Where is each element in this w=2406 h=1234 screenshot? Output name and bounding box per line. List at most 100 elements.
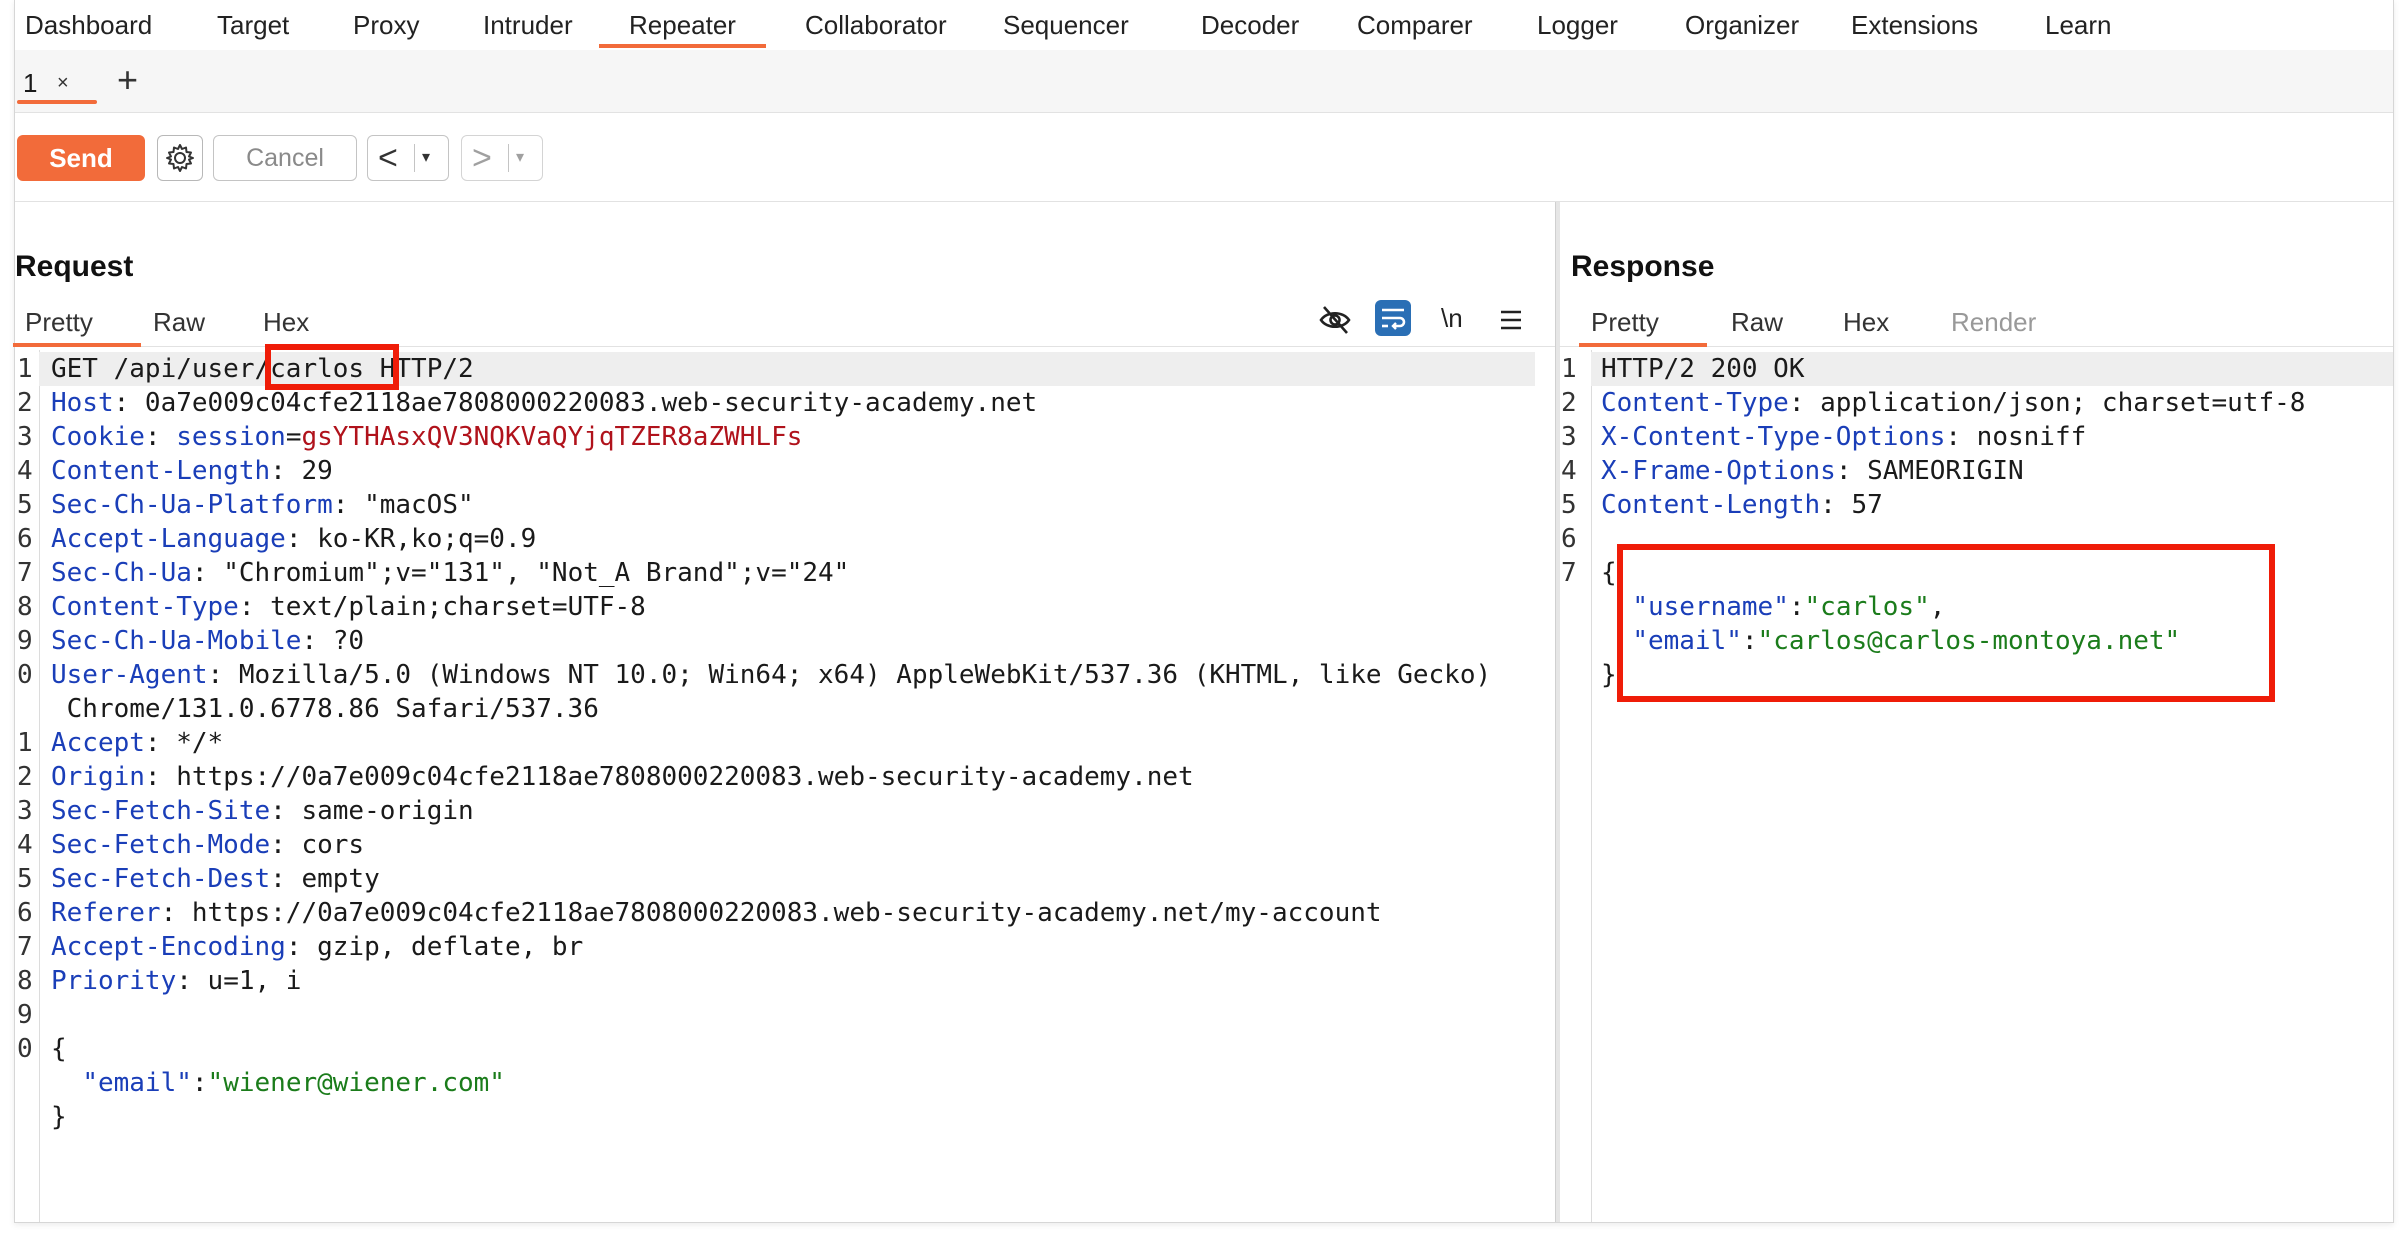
line-text: Origin: https://0a7e009c04cfe2118ae78080… xyxy=(51,760,1194,794)
line-number: 8 xyxy=(17,592,33,622)
response-editor[interactable]: 1 HTTP/2 200 OK 2 Content-Type: application… xyxy=(1559,350,2393,1222)
nav-sequencer[interactable]: Sequencer xyxy=(1003,0,1129,48)
token-val: : 57 xyxy=(1820,490,1883,520)
line-number: 7 xyxy=(17,558,33,588)
line-number: 0 xyxy=(17,660,33,690)
code-line: 8 Priority: u=1, i xyxy=(15,964,1555,998)
line-text: { xyxy=(51,1032,67,1066)
code-line: 5 Sec-Fetch-Dest: empty xyxy=(15,862,1555,896)
code-line: } xyxy=(15,1100,1555,1134)
close-icon[interactable]: × xyxy=(57,72,69,95)
cancel-button[interactable]: Cancel xyxy=(213,135,357,181)
token-val: : nosniff xyxy=(1945,422,2087,452)
line-number: 1 xyxy=(17,354,33,384)
line-text: Content-Type: application/json; charset=… xyxy=(1601,386,2305,420)
nav-learn[interactable]: Learn xyxy=(2045,0,2112,48)
token-hdr: X-Frame-Options xyxy=(1601,456,1836,486)
chevron-down-icon[interactable]: ▾ xyxy=(422,144,430,172)
line-number: 2 xyxy=(1561,388,1577,418)
token-hdr: "email" xyxy=(82,1068,192,1098)
line-text: Accept: */* xyxy=(51,726,223,760)
burp-window: Dashboard Target Proxy Intruder Repeater Coll… xyxy=(13,0,2394,1223)
line-number: 3 xyxy=(17,422,33,452)
line-number: 3 xyxy=(17,796,33,826)
newline-icon[interactable]: \n xyxy=(1441,298,1463,342)
highlight-box-username xyxy=(265,344,399,390)
history-forward-button[interactable]: > ▾ xyxy=(461,135,543,181)
token-val: : empty xyxy=(270,864,380,894)
token-val: : xyxy=(191,1068,208,1098)
code-line: 1 HTTP/2 200 OK xyxy=(1559,352,2393,386)
token-val: : text/plain;charset=UTF-8 xyxy=(238,592,646,622)
code-line: 3 Sec-Fetch-Site: same-origin xyxy=(15,794,1555,828)
code-line: 0 User-Agent: Mozilla/5.0 (Windows NT 10.… xyxy=(15,658,1555,692)
tab-pretty[interactable]: Pretty xyxy=(1579,302,1707,347)
line-number: 0 xyxy=(17,1034,33,1064)
token-val: : Mozilla/5.0 (Windows NT 10.0; Win64; x… xyxy=(207,660,1492,690)
code-line: 6 Accept-Language: ko-KR,ko;q=0.9 xyxy=(15,522,1555,556)
line-text: X-Frame-Options: SAMEORIGIN xyxy=(1601,454,2024,488)
wrap-icon[interactable] xyxy=(1375,300,1411,336)
line-number: 7 xyxy=(1561,558,1577,588)
code-line: 4 X-Frame-Options: SAMEORIGIN xyxy=(1559,454,2393,488)
line-number: 2 xyxy=(17,762,33,792)
code-line: 7 Accept-Encoding: gzip, deflate, br xyxy=(15,930,1555,964)
line-text: Host: 0a7e009c04cfe2118ae7808000220083.w… xyxy=(51,386,1037,420)
code-line: 9 xyxy=(15,998,1555,1032)
nav-organizer[interactable]: Organizer xyxy=(1685,0,1799,48)
chevron-down-icon[interactable]: ▾ xyxy=(516,144,524,172)
token-val: } xyxy=(51,1102,67,1132)
request-editor[interactable]: 1 GET /api/user/carlos HTTP/2 2 Host: 0a7e0… xyxy=(15,344,1555,1222)
tab-hex[interactable]: Hex xyxy=(263,302,309,346)
line-text: Content-Type: text/plain;charset=UTF-8 xyxy=(51,590,646,624)
token-val: : 29 xyxy=(270,456,333,486)
tab-pretty[interactable]: Pretty xyxy=(13,302,141,347)
code-line: 3 Cookie: session=gsYTHAsxQV3NQKVaQYjqTZE… xyxy=(15,420,1555,454)
main-nav: Dashboard Target Proxy Intruder Repeater Coll… xyxy=(15,0,2393,51)
nav-collaborator[interactable]: Collaborator xyxy=(805,0,947,48)
line-text: HTTP/2 200 OK xyxy=(1601,352,1805,386)
nav-logger[interactable]: Logger xyxy=(1537,0,1618,48)
hide-icon[interactable] xyxy=(1317,302,1353,338)
nav-repeater[interactable]: Repeater xyxy=(599,0,766,48)
repeater-tab-1[interactable]: 1 × xyxy=(17,60,97,104)
code-line: "email":"wiener@wiener.com" xyxy=(15,1066,1555,1100)
nav-extensions[interactable]: Extensions xyxy=(1851,0,1978,48)
token-hdr: Accept-Encoding xyxy=(51,932,286,962)
nav-target[interactable]: Target xyxy=(217,0,289,48)
token-val: : */* xyxy=(144,728,224,758)
line-text: Accept-Encoding: gzip, deflate, br xyxy=(51,930,583,964)
token-hdr: User-Agent xyxy=(51,660,208,690)
line-number: 1 xyxy=(1561,354,1577,384)
code-line: 1 Accept: */* xyxy=(15,726,1555,760)
line-text: { xyxy=(1601,556,1617,590)
nav-comparer[interactable]: Comparer xyxy=(1357,0,1473,48)
settings-button[interactable] xyxy=(157,135,203,181)
nav-proxy[interactable]: Proxy xyxy=(353,0,419,48)
token-hdr: X-Content-Type-Options xyxy=(1601,422,1946,452)
menu-icon[interactable] xyxy=(1493,302,1529,338)
code-line: 7 Sec-Ch-Ua: "Chromium";v="131", "Not_A B… xyxy=(15,556,1555,590)
nav-dashboard[interactable]: Dashboard xyxy=(25,0,152,48)
nav-intruder[interactable]: Intruder xyxy=(483,0,573,48)
tab-raw[interactable]: Raw xyxy=(1731,302,1783,346)
send-button[interactable]: Send xyxy=(17,135,145,181)
code-line: 2 Origin: https://0a7e009c04cfe2118ae7808… xyxy=(15,760,1555,794)
line-number: 6 xyxy=(1561,524,1577,554)
tab-render[interactable]: Render xyxy=(1951,302,2036,346)
token-val: : SAMEORIGIN xyxy=(1835,456,2024,486)
token-val: : gzip, deflate, br xyxy=(285,932,584,962)
line-number: 7 xyxy=(17,932,33,962)
token-val: Chrome/131.0.6778.86 Safari/537.36 xyxy=(51,694,599,724)
tab-raw[interactable]: Raw xyxy=(153,302,205,346)
token-hdr: Content-Length xyxy=(1601,490,1821,520)
tab-hex[interactable]: Hex xyxy=(1843,302,1889,346)
nav-decoder[interactable]: Decoder xyxy=(1201,0,1299,48)
forward-arrow-icon: > xyxy=(472,139,492,177)
button-separator xyxy=(414,144,415,172)
add-tab-icon[interactable]: + xyxy=(117,62,138,98)
token-hdr: Sec-Ch-Ua-Platform xyxy=(51,490,333,520)
history-back-button[interactable]: < ▾ xyxy=(367,135,449,181)
token-val: } xyxy=(1601,660,1617,690)
code-line: 9 Sec-Ch-Ua-Mobile: ?0 xyxy=(15,624,1555,658)
